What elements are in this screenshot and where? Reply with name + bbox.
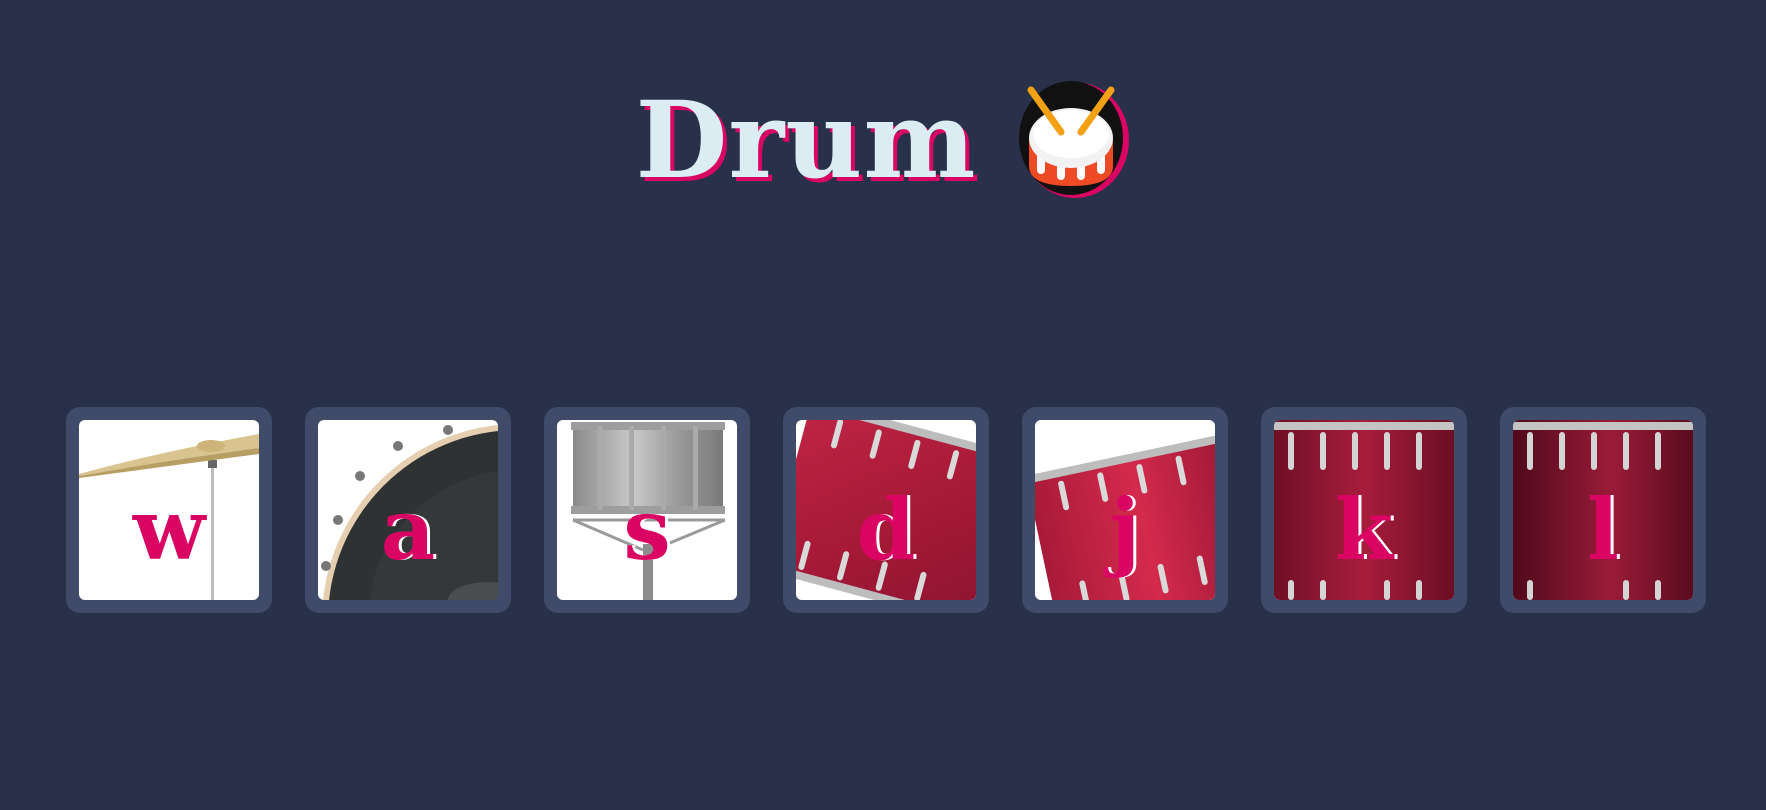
drum-pad-a[interactable]: a — [305, 407, 511, 613]
key-label-j: j — [1109, 480, 1141, 579]
key-label-l: l — [1587, 480, 1619, 579]
drum-pad-face: k — [1274, 420, 1454, 600]
key-label-a: a — [380, 480, 436, 579]
drum-pad-face: d — [796, 420, 976, 600]
drum-emoji-icon — [1018, 81, 1129, 198]
key-label-k: k — [1334, 480, 1394, 579]
drum-pad-s[interactable]: s — [544, 407, 750, 613]
drum-pad-face: w — [79, 420, 259, 600]
drum-pads: w a s d j k l — [66, 407, 1706, 613]
key-label-s: s — [623, 480, 671, 579]
drum-pad-k[interactable]: k — [1261, 407, 1467, 613]
drum-pad-face: j — [1035, 420, 1215, 600]
drum-pad-d[interactable]: d — [783, 407, 989, 613]
drum-pad-face: a — [318, 420, 498, 600]
key-label-d: d — [856, 480, 916, 579]
drum-pad-j[interactable]: j — [1022, 407, 1228, 613]
page-header: Drum — [0, 70, 1766, 210]
drum-pad-face: s — [557, 420, 737, 600]
key-label-w: w — [132, 480, 206, 579]
page-title: Drum — [635, 77, 977, 202]
drum-pad-w[interactable]: w — [66, 407, 272, 613]
drum-pad-face: l — [1513, 420, 1693, 600]
drum-pad-l[interactable]: l — [1500, 407, 1706, 613]
